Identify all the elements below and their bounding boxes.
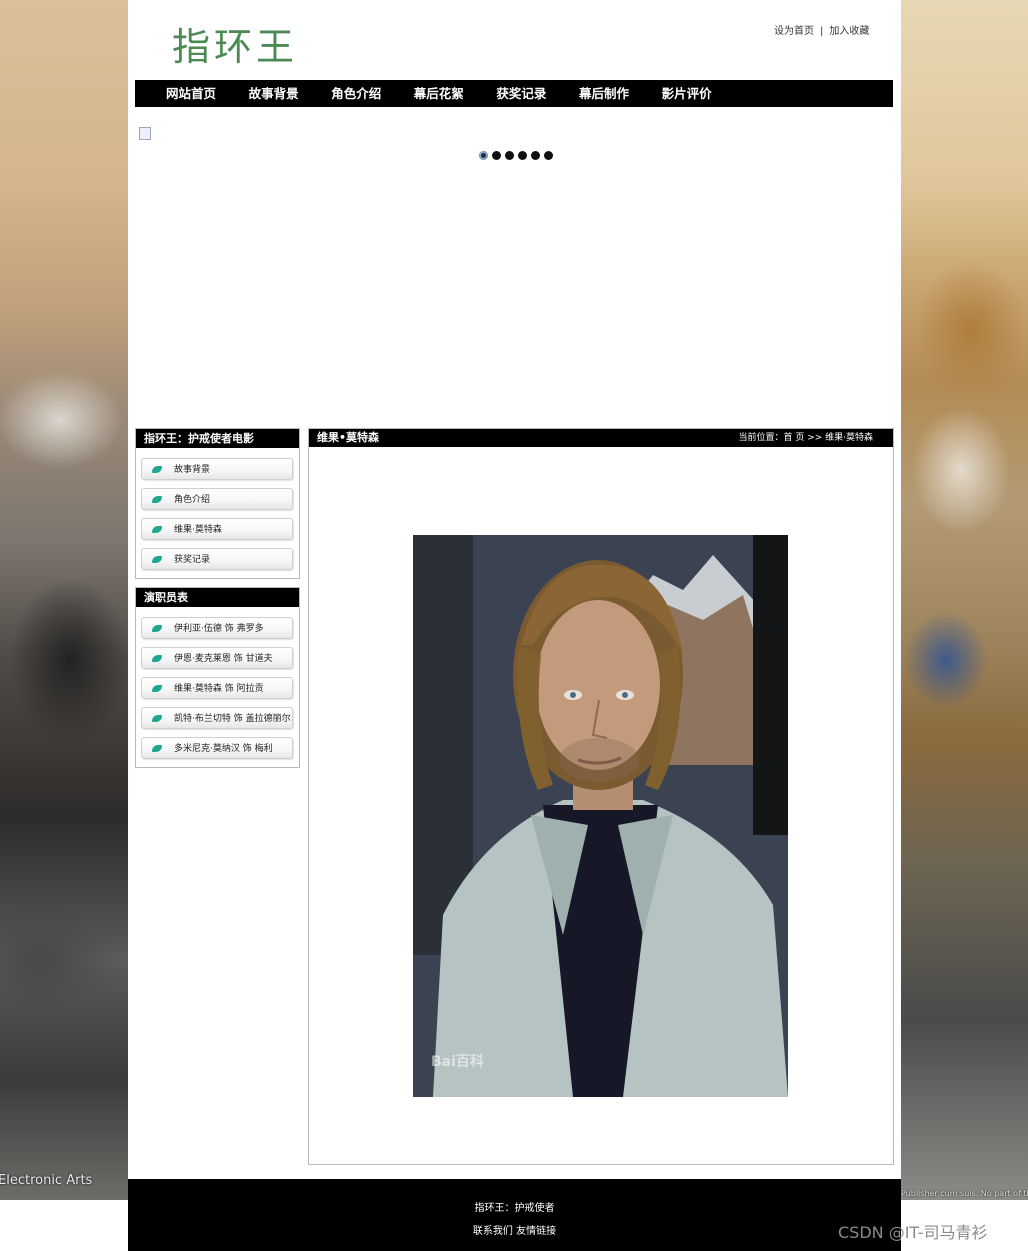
- broken-banner-image: [139, 127, 151, 140]
- site-footer: 指环王：护戒使者 联系我们 友情链接: [128, 1179, 901, 1251]
- leaf-icon: [152, 466, 162, 473]
- sidebar-movie-box: 指环王：护戒使者电影 故事背景 角色介绍 维果·莫特森 获奖记录: [135, 428, 300, 579]
- nav-item-story[interactable]: 故事背景: [249, 80, 332, 107]
- main-title: 维果•莫特森: [317, 431, 380, 444]
- page-container: 指环王 设为首页 | 加入收藏 网站首页 故事背景 角色介绍 幕后花絮 获奖记录 幕…: [128, 0, 901, 1179]
- cast-item[interactable]: 多米尼克·莫纳汉 饰 梅利: [141, 737, 293, 759]
- leaf-icon: [152, 745, 162, 752]
- right-art-caption: Publisher cum suis. No part of this wall: [901, 1189, 1028, 1198]
- breadcrumb: 当前位置：首 页 >> 维果·莫特森: [738, 433, 873, 443]
- add-favorite-link[interactable]: 加入收藏: [829, 26, 869, 37]
- slider-dots: [479, 151, 553, 160]
- sidebar-cast-title: 演职员表: [136, 588, 299, 607]
- footer-title: 指环王：护戒使者: [474, 1203, 555, 1214]
- top-links-separator: |: [820, 26, 824, 37]
- slider-dot[interactable]: [492, 151, 501, 160]
- cast-item[interactable]: 维果·莫特森 饰 阿拉贡: [141, 677, 293, 699]
- csdn-watermark: CSDN @IT-司马青衫: [838, 1223, 988, 1242]
- slider-dot[interactable]: [505, 151, 514, 160]
- sidebar-item-awards[interactable]: 获奖记录: [141, 548, 293, 570]
- leaf-icon: [152, 715, 162, 722]
- main-nav: 网站首页 故事背景 角色介绍 幕后花絮 获奖记录 幕后制作 影片评价: [135, 80, 893, 107]
- left-art-caption: Electronic Arts: [0, 1173, 93, 1188]
- leaf-icon: [152, 655, 162, 662]
- leaf-icon: [152, 526, 162, 533]
- nav-item-behind-scenes[interactable]: 幕后花絮: [414, 80, 497, 107]
- nav-item-home[interactable]: 网站首页: [166, 80, 249, 107]
- nav-item-characters[interactable]: 角色介绍: [331, 80, 414, 107]
- leaf-icon: [152, 496, 162, 503]
- photo-watermark: Bai百科: [431, 1054, 484, 1070]
- sidebar-item-label: 角色介绍: [174, 495, 211, 505]
- nav-item-reviews[interactable]: 影片评价: [662, 80, 745, 107]
- leaf-icon: [152, 625, 162, 632]
- sidebar-item-viggo[interactable]: 维果·莫特森: [141, 518, 293, 540]
- cast-item[interactable]: 凯特·布兰切特 饰 盖拉德丽尔: [141, 707, 293, 729]
- main-title-bar: 维果•莫特森 当前位置：首 页 >> 维果·莫特森: [309, 429, 893, 447]
- footer-links: 联系我们 友情链接: [128, 1222, 901, 1237]
- leaf-icon: [152, 685, 162, 692]
- slider-dot[interactable]: [544, 151, 553, 160]
- sidebar-cast-box: 演职员表 伊利亚·伍德 饰 弗罗多 伊恩·麦克莱恩 饰 甘道夫 维果·莫特森 饰…: [135, 587, 300, 768]
- sidebar-item-characters[interactable]: 角色介绍: [141, 488, 293, 510]
- cast-item-label: 伊利亚·伍德 饰 弗罗多: [174, 624, 264, 634]
- site-logo[interactable]: 指环王: [172, 16, 298, 71]
- right-background-art: [901, 0, 1028, 1200]
- cast-item[interactable]: 伊恩·麦克莱恩 饰 甘道夫: [141, 647, 293, 669]
- set-homepage-link[interactable]: 设为首页: [774, 26, 814, 37]
- slider-dot[interactable]: [518, 151, 527, 160]
- main-content-panel: 维果•莫特森 当前位置：首 页 >> 维果·莫特森 Bai百科: [308, 428, 894, 1165]
- nav-item-production[interactable]: 幕后制作: [579, 80, 662, 107]
- sidebar-item-label: 获奖记录: [174, 555, 211, 565]
- contact-us-link[interactable]: 联系我们: [473, 1226, 513, 1237]
- sidebar-movie-title: 指环王：护戒使者电影: [136, 429, 299, 448]
- cast-item-label: 多米尼克·莫纳汉 饰 梅利: [174, 744, 273, 754]
- cast-item-label: 伊恩·麦克莱恩 饰 甘道夫: [174, 654, 273, 664]
- left-background-art: [0, 0, 128, 1200]
- cast-item-label: 凯特·布兰切特 饰 盖拉德丽尔: [174, 714, 291, 724]
- slider-dot[interactable]: [479, 151, 488, 160]
- actor-photo: Bai百科: [413, 535, 788, 1097]
- sidebar-item-label: 维果·莫特森: [174, 525, 222, 535]
- top-links: 设为首页 | 加入收藏: [774, 22, 869, 37]
- friend-links-link[interactable]: 友情链接: [516, 1226, 556, 1237]
- slider-dot[interactable]: [531, 151, 540, 160]
- sidebar-item-story[interactable]: 故事背景: [141, 458, 293, 480]
- cast-item[interactable]: 伊利亚·伍德 饰 弗罗多: [141, 617, 293, 639]
- leaf-icon: [152, 556, 162, 563]
- nav-item-awards[interactable]: 获奖记录: [496, 80, 579, 107]
- sidebar-item-label: 故事背景: [174, 465, 211, 475]
- actor-photo-illustration: [413, 535, 788, 1097]
- cast-item-label: 维果·莫特森 饰 阿拉贡: [174, 684, 264, 694]
